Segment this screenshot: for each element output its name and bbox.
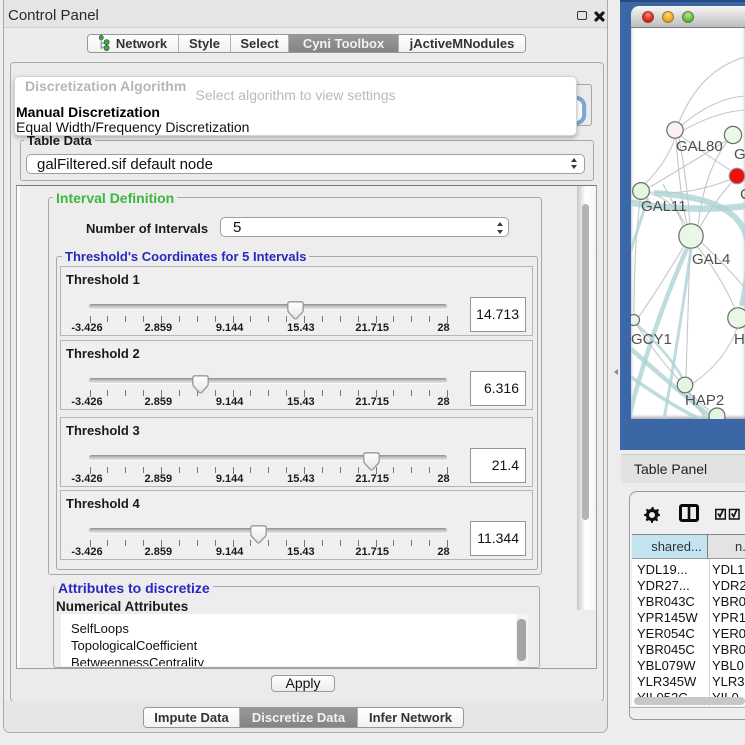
svg-text:H: H <box>734 331 745 348</box>
svg-text:GA: GA <box>734 146 745 163</box>
svg-text:HAP2: HAP2 <box>685 392 724 409</box>
svg-text:GAL80: GAL80 <box>676 138 723 155</box>
svg-text:GAL4: GAL4 <box>692 251 730 268</box>
svg-text:C: C <box>740 186 745 203</box>
svg-text:GCY1: GCY1 <box>631 331 672 348</box>
svg-text:GAL11: GAL11 <box>641 198 687 215</box>
